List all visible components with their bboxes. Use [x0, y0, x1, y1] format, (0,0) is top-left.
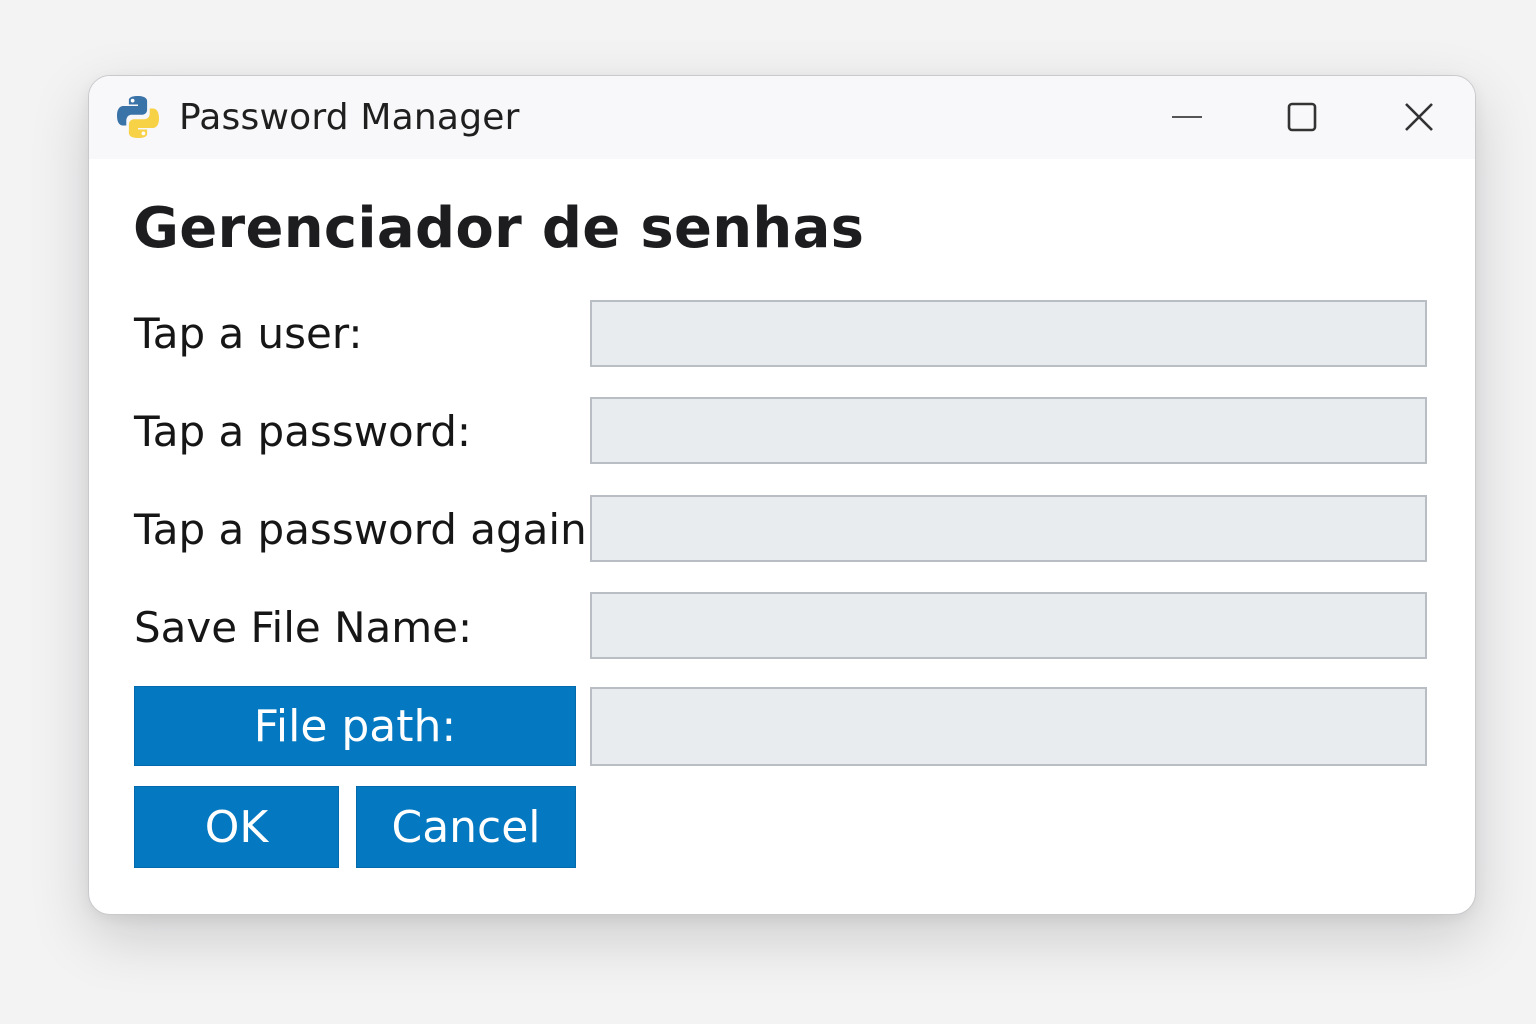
- minimize-button[interactable]: [1155, 88, 1219, 146]
- password-label: Tap a password:: [134, 407, 472, 456]
- minimize-icon: [1172, 116, 1202, 118]
- save-file-name-input[interactable]: [590, 592, 1427, 659]
- cancel-button[interactable]: Cancel: [356, 786, 576, 868]
- maximize-button[interactable]: [1270, 88, 1334, 146]
- title-bar[interactable]: Password Manager: [89, 76, 1475, 159]
- password-input[interactable]: [590, 397, 1427, 464]
- password-manager-window: Password Manager Gerenciador de senhas T…: [88, 75, 1476, 915]
- ok-button[interactable]: OK: [134, 786, 339, 868]
- close-button[interactable]: [1387, 88, 1451, 146]
- close-icon: [1405, 103, 1433, 131]
- window-title: Password Manager: [179, 97, 520, 138]
- python-logo-icon: [117, 96, 159, 138]
- password-again-label: Tap a password again:: [134, 505, 601, 554]
- user-input[interactable]: [590, 300, 1427, 367]
- password-again-input[interactable]: [590, 495, 1427, 562]
- save-file-name-label: Save File Name:: [134, 603, 473, 652]
- file-path-button[interactable]: File path:: [134, 686, 576, 766]
- user-label: Tap a user:: [134, 309, 363, 358]
- maximize-icon: [1287, 102, 1317, 132]
- form-heading: Gerenciador de senhas: [133, 196, 865, 261]
- file-path-input[interactable]: [590, 687, 1427, 766]
